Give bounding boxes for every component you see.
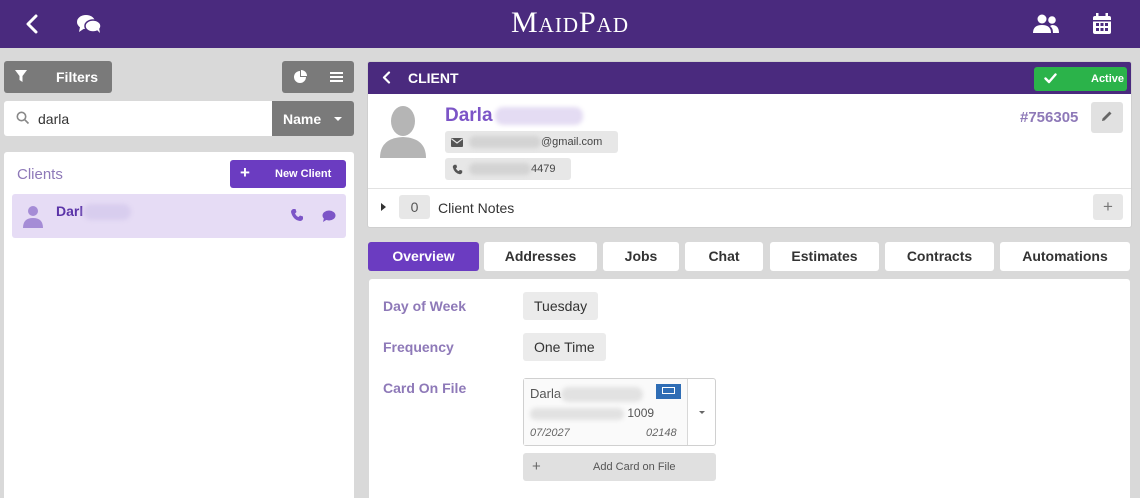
tab-estimates[interactable]: Estimates [770, 242, 879, 271]
notes-count-badge: 0 [399, 195, 430, 219]
back-chevron-icon[interactable] [382, 71, 391, 89]
day-of-week-label: Day of Week [383, 298, 466, 314]
sort-select-value: Name [283, 110, 322, 127]
day-of-week-value[interactable]: Tuesday [523, 292, 599, 320]
card-zip: 02148 [646, 427, 677, 439]
add-card-button[interactable]: + Add Card on File [523, 453, 716, 481]
search-icon [16, 111, 30, 130]
card-number: 1009 [530, 406, 654, 420]
view-toggle-group [282, 61, 354, 93]
add-card-label: Add Card on File [593, 461, 676, 473]
clients-panel: Clients + New Client Darl [4, 152, 354, 498]
client-card: CLIENT Active Darla @gmail.com 4479 #756… [367, 61, 1132, 228]
divider [687, 379, 688, 445]
client-avatar-icon [380, 104, 426, 163]
frequency-label: Frequency [383, 339, 454, 355]
filters-label: Filters [56, 69, 99, 85]
list-icon[interactable] [318, 61, 354, 93]
email-pill[interactable]: @gmail.com [445, 131, 618, 153]
tab-automations[interactable]: Automations [1000, 242, 1130, 271]
client-search [4, 101, 272, 136]
card-on-file-select[interactable]: Darla 1009 07/2027 02148 [523, 378, 716, 446]
tab-overview[interactable]: Overview [368, 242, 479, 271]
client-name: Darl [56, 203, 132, 221]
chevron-down-icon [334, 117, 342, 121]
frequency-value[interactable]: One Time [523, 333, 606, 361]
tab-jobs[interactable]: Jobs [603, 242, 679, 271]
envelope-icon [445, 137, 469, 147]
pencil-icon [1101, 109, 1113, 127]
brand-logo: MaidPad [510, 6, 629, 39]
client-card-title: CLIENT [408, 70, 459, 86]
sort-select[interactable]: Name [272, 101, 354, 136]
plus-icon: + [240, 163, 250, 182]
client-id: #756305 [1020, 109, 1079, 126]
amex-card-icon [656, 384, 681, 399]
user-avatar-icon [22, 204, 44, 233]
chevron-down-icon[interactable] [699, 411, 705, 414]
saved-card: Darla 1009 07/2027 02148 [524, 379, 687, 445]
phone-text: 4479 [531, 163, 556, 175]
search-input[interactable] [38, 101, 258, 136]
edit-button[interactable] [1091, 102, 1123, 133]
email-text: @gmail.com [541, 136, 603, 148]
client-card-header: CLIENT Active [368, 62, 1131, 94]
phone-pill[interactable]: 4479 [445, 158, 571, 180]
calendar-icon[interactable] [1091, 0, 1113, 48]
status-active-toggle[interactable]: Active [1034, 67, 1127, 91]
top-navbar: MaidPad [0, 0, 1140, 48]
divider [368, 188, 1131, 189]
chat-icon[interactable] [322, 209, 336, 227]
tab-chat[interactable]: Chat [685, 242, 763, 271]
new-client-label: New Client [275, 168, 332, 180]
phone-icon [445, 164, 469, 175]
status-label: Active [1091, 73, 1125, 85]
tab-addresses[interactable]: Addresses [484, 242, 597, 271]
check-icon [1044, 73, 1057, 87]
plus-icon: + [532, 458, 541, 475]
phone-icon[interactable] [290, 208, 304, 227]
add-note-button[interactable]: + [1093, 194, 1123, 220]
tab-contracts[interactable]: Contracts [885, 242, 994, 271]
card-on-file-label: Card On File [383, 380, 467, 396]
client-name: Darla [445, 105, 583, 127]
card-expiry: 07/2027 [530, 427, 570, 439]
funnel-icon [14, 69, 28, 86]
new-client-button[interactable]: + New Client [230, 160, 346, 188]
list-item[interactable]: Darl [12, 194, 346, 238]
filters-button[interactable]: Filters [4, 61, 112, 93]
caret-right-icon[interactable] [381, 203, 386, 211]
client-notes-label[interactable]: Client Notes [438, 200, 514, 216]
pie-chart-icon[interactable] [282, 61, 318, 93]
clients-title: Clients [17, 166, 63, 183]
overview-panel: Day of Week Tuesday Frequency One Time C… [369, 279, 1130, 498]
card-holder-name: Darla [530, 386, 644, 403]
users-icon[interactable] [1032, 0, 1060, 48]
